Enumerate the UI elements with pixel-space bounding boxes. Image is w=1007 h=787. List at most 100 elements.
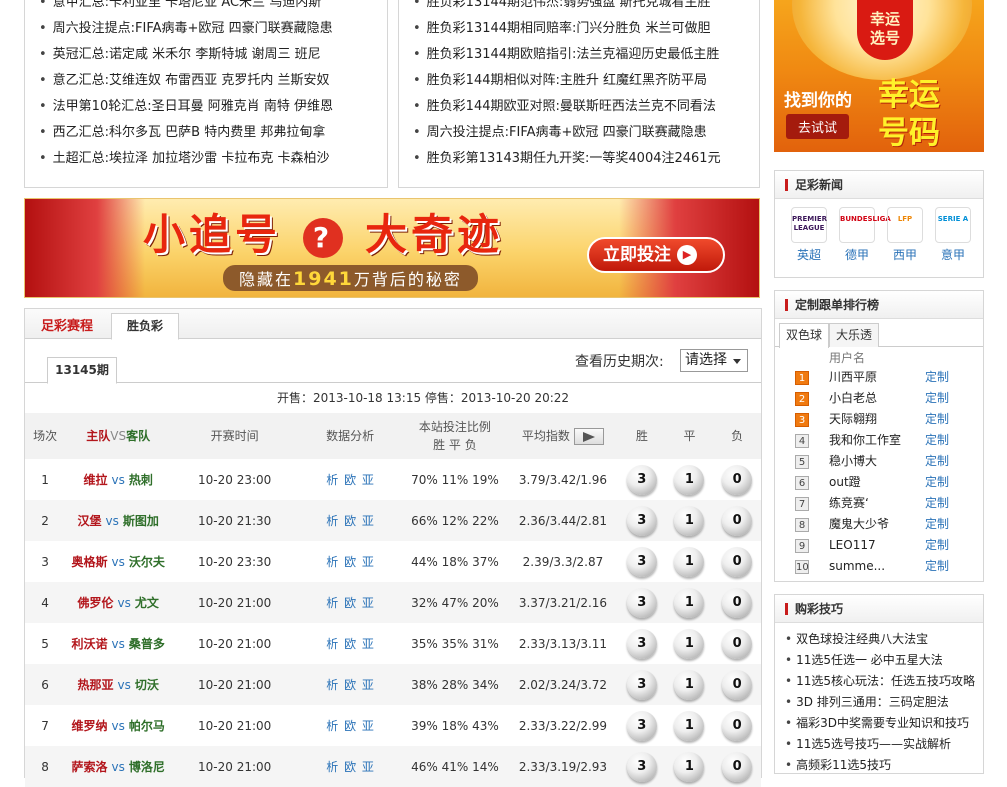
news-link[interactable]: 胜负彩144期相似对阵:主胜升 红魔红黑齐防平局: [413, 68, 759, 94]
away-team[interactable]: 斯图加: [123, 514, 159, 528]
home-team[interactable]: 汉堡: [77, 514, 101, 528]
league-item-3[interactable]: SERIE A 意甲: [929, 207, 977, 263]
home-team[interactable]: 热那亚: [77, 678, 113, 692]
win-ball-button[interactable]: 3: [626, 669, 657, 700]
home-team[interactable]: 维拉: [83, 473, 107, 487]
league-name[interactable]: 英超: [797, 248, 821, 262]
news-link[interactable]: 英冠汇总:诺定咸 米禾尔 李斯特城 谢周三 班尼: [39, 42, 387, 68]
draw-ball-button[interactable]: 1: [674, 505, 705, 536]
league-item-1[interactable]: BUNDESLIGA 德甲: [833, 207, 891, 263]
draw-ball-button[interactable]: 1: [674, 546, 705, 577]
league-name[interactable]: 意甲: [941, 248, 965, 262]
lose-ball-button[interactable]: 0: [722, 710, 753, 741]
analysis-links[interactable]: 析 欧 亚: [298, 705, 402, 746]
customize-link[interactable]: 定制: [925, 514, 949, 535]
win-ball-button[interactable]: 3: [626, 546, 657, 577]
league-name[interactable]: 德甲: [845, 248, 869, 262]
ranking-username[interactable]: 小白老总: [829, 388, 877, 409]
tip-link[interactable]: 11选5选号技巧——实战解析: [785, 734, 983, 755]
news-link[interactable]: 法甲第10轮汇总:圣日耳曼 阿雅克肖 南特 伊维恩: [39, 94, 387, 120]
news-link[interactable]: 西乙汇总:科尔多瓦 巴萨B 特内费里 邦弗拉甸拿: [39, 120, 387, 146]
ranking-username[interactable]: summe...: [829, 556, 885, 577]
tip-link[interactable]: 3D 排列三通用：三码定胆法: [785, 692, 983, 713]
ranking-username[interactable]: LEO117: [829, 535, 876, 556]
away-team[interactable]: 博洛尼: [129, 760, 165, 774]
win-ball-button[interactable]: 3: [626, 464, 657, 495]
analysis-links[interactable]: 析 欧 亚: [298, 500, 402, 541]
tip-link[interactable]: 双色球投注经典八大法宝: [785, 629, 983, 650]
lose-ball-button[interactable]: 0: [722, 464, 753, 495]
news-link[interactable]: 周六投注提点:FIFA病毒+欧冠 四豪门联赛藏隐患: [39, 16, 387, 42]
customize-link[interactable]: 定制: [925, 388, 949, 409]
customize-link[interactable]: 定制: [925, 535, 949, 556]
league-item-2[interactable]: LFP 西甲: [881, 207, 929, 263]
news-link[interactable]: 意甲汇总:卡利亚里 卡塔尼亚 AC米兰 乌迪内斯: [39, 0, 387, 16]
ranking-username[interactable]: 天际翱翔: [829, 409, 877, 430]
analysis-links[interactable]: 析 欧 亚: [298, 541, 402, 582]
customize-link[interactable]: 定制: [925, 472, 949, 493]
customize-link[interactable]: 定制: [925, 493, 949, 514]
ranking-username[interactable]: out蹬: [829, 472, 861, 493]
ranking-username[interactable]: 我和你工作室: [829, 430, 901, 451]
ranking-username[interactable]: 川西平原: [829, 367, 877, 388]
league-name[interactable]: 西甲: [893, 248, 917, 262]
league-item-0[interactable]: PREMIER LEAGUE 英超: [785, 207, 833, 263]
customize-link[interactable]: 定制: [925, 430, 949, 451]
away-team[interactable]: 沃尔夫: [129, 555, 165, 569]
win-ball-button[interactable]: 3: [626, 587, 657, 618]
customize-link[interactable]: 定制: [925, 556, 949, 577]
tab-football-schedule[interactable]: 足彩赛程: [41, 315, 93, 334]
lose-ball-button[interactable]: 0: [722, 587, 753, 618]
away-team[interactable]: 尤文: [135, 596, 159, 610]
away-team[interactable]: 帕尔马: [129, 719, 165, 733]
news-link[interactable]: 意乙汇总:艾维连奴 布雷西亚 克罗托内 兰斯安奴: [39, 68, 387, 94]
promo-banner[interactable]: 小追号? 大奇迹 隐藏在1941万背后的秘密 立即投注 ▶: [24, 198, 760, 298]
away-team[interactable]: 热刺: [129, 473, 153, 487]
history-period-select[interactable]: 请选择: [680, 349, 748, 372]
news-link[interactable]: 胜负彩13144期欧赔指引:法兰克福迎历史最低主胜: [413, 42, 759, 68]
ranking-username[interactable]: 练竞赛‘: [829, 493, 869, 514]
home-team[interactable]: 佛罗伦: [77, 596, 113, 610]
odds-switch-arrow-icon[interactable]: [573, 428, 604, 445]
ranking-username[interactable]: 魔鬼大少爷: [829, 514, 889, 535]
lucky-number-ad[interactable]: 幸运 选号 找到你的 幸运 号码 去试试: [774, 0, 984, 152]
lose-ball-button[interactable]: 0: [722, 628, 753, 659]
draw-ball-button[interactable]: 1: [674, 669, 705, 700]
period-tab[interactable]: 13145期: [47, 357, 117, 384]
analysis-links[interactable]: 析 欧 亚: [298, 623, 402, 664]
news-link[interactable]: 胜负彩第13143期任九开奖:一等奖4004注2461元: [413, 146, 759, 172]
news-link[interactable]: 土超汇总:埃拉泽 加拉塔沙雷 卡拉布克 卡森柏沙: [39, 146, 387, 172]
lose-ball-button[interactable]: 0: [722, 669, 753, 700]
draw-ball-button[interactable]: 1: [674, 710, 705, 741]
away-team[interactable]: 切沃: [135, 678, 159, 692]
draw-ball-button[interactable]: 1: [674, 628, 705, 659]
tab-win-lose[interactable]: 胜负彩: [111, 313, 179, 340]
ranking-username[interactable]: 稳小博大: [829, 451, 877, 472]
draw-ball-button[interactable]: 1: [674, 464, 705, 495]
tip-link[interactable]: 高频彩11选5技巧: [785, 755, 983, 776]
customize-link[interactable]: 定制: [925, 451, 949, 472]
home-team[interactable]: 萨索洛: [71, 760, 107, 774]
win-ball-button[interactable]: 3: [626, 628, 657, 659]
tip-link[interactable]: 11选5核心玩法：任选五技巧攻略: [785, 671, 983, 692]
news-link[interactable]: 胜负彩144期欧亚对照:曼联斯旺西法兰克不同看法: [413, 94, 759, 120]
analysis-links[interactable]: 析 欧 亚: [298, 664, 402, 705]
lucky-ad-try-button[interactable]: 去试试: [786, 114, 850, 139]
win-ball-button[interactable]: 3: [626, 505, 657, 536]
tab-dlt[interactable]: 大乐透: [829, 323, 880, 347]
analysis-links[interactable]: 析 欧 亚: [298, 459, 402, 500]
tab-ssq[interactable]: 双色球: [779, 323, 830, 348]
win-ball-button[interactable]: 3: [626, 710, 657, 741]
customize-link[interactable]: 定制: [925, 367, 949, 388]
banner-bet-now-button[interactable]: 立即投注 ▶: [587, 237, 725, 273]
away-team[interactable]: 桑普多: [129, 637, 165, 651]
news-link[interactable]: 胜负彩13144期范伟杰:弱势强盘 斯托克城看主胜: [413, 0, 759, 16]
analysis-links[interactable]: 析 欧 亚: [298, 582, 402, 623]
draw-ball-button[interactable]: 1: [674, 587, 705, 618]
news-link[interactable]: 胜负彩13144期相同赔率:门兴分胜负 米兰可做胆: [413, 16, 759, 42]
tip-link[interactable]: 11选5任选一 必中五星大法: [785, 650, 983, 671]
lose-ball-button[interactable]: 0: [722, 546, 753, 577]
home-team[interactable]: 奥格斯: [71, 555, 107, 569]
home-team[interactable]: 利沃诺: [71, 637, 107, 651]
tip-link[interactable]: 福彩3D中奖需要专业知识和技巧: [785, 713, 983, 734]
